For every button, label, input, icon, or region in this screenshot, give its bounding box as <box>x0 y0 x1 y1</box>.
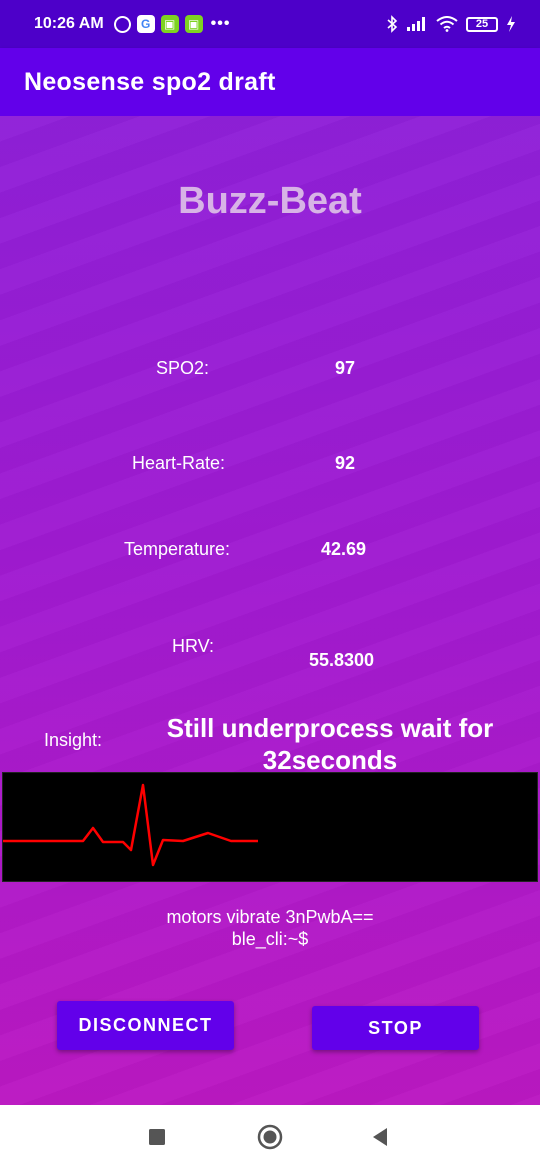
alarm-icon <box>113 15 131 33</box>
more-dots-icon: ••• <box>210 15 231 32</box>
insight-value: Still underprocess wait for 32seconds <box>166 713 494 772</box>
home-circle-icon[interactable] <box>246 1113 294 1161</box>
heart-rate-label: Heart-Rate: <box>132 453 226 473</box>
ecg-trace-svg <box>3 783 258 867</box>
back-triangle-icon[interactable] <box>356 1113 404 1161</box>
main-content: Buzz-Beat SPO2: 97 Heart-Rate: 92 Temper… <box>0 116 540 1105</box>
ble-console: motors vibrate 3nPwbA== ble_cli:~$ <box>0 906 540 950</box>
stop-button[interactable]: STOP <box>312 1006 479 1050</box>
recents-square-icon[interactable] <box>133 1113 181 1161</box>
page-title: Buzz-Beat <box>178 180 362 222</box>
heart-rate-value: 92 <box>335 453 356 473</box>
status-right-icons: 25 <box>386 15 516 33</box>
app-icon: ▣ <box>184 15 203 33</box>
status-bar: 10:26 AM G ▣ ▣ ••• 25 <box>0 0 540 48</box>
navigation-bar <box>0 1105 540 1170</box>
ble-output-line: motors vibrate 3nPwbA== <box>166 907 374 927</box>
signal-icon <box>407 17 425 31</box>
hrv-value: 55.8300 <box>309 650 375 670</box>
battery-icon: 25 <box>466 16 498 32</box>
wifi-icon <box>436 16 458 32</box>
temperature-label: Temperature: <box>124 539 231 559</box>
ble-prompt-line: ble_cli:~$ <box>231 929 309 949</box>
temperature-value: 42.69 <box>321 539 367 559</box>
ecg-trace-line <box>3 783 258 867</box>
spo2-label: SPO2: <box>156 358 210 378</box>
google-icon: G <box>136 15 155 33</box>
status-time: 10:26 AM <box>34 15 104 32</box>
app-bar: Neosense spo2 draft <box>0 48 540 116</box>
insight-label: Insight: <box>44 730 103 750</box>
ecg-waveform <box>2 772 538 882</box>
charging-icon <box>507 16 515 32</box>
app-title: Neosense spo2 draft <box>24 67 276 96</box>
spo2-value: 97 <box>335 358 356 378</box>
app-icon: ▣ <box>160 15 179 33</box>
disconnect-button[interactable]: DISCONNECT <box>57 1001 234 1050</box>
background-pattern <box>0 116 540 1105</box>
bluetooth-icon <box>387 15 398 33</box>
hrv-label: HRV: <box>172 636 215 656</box>
